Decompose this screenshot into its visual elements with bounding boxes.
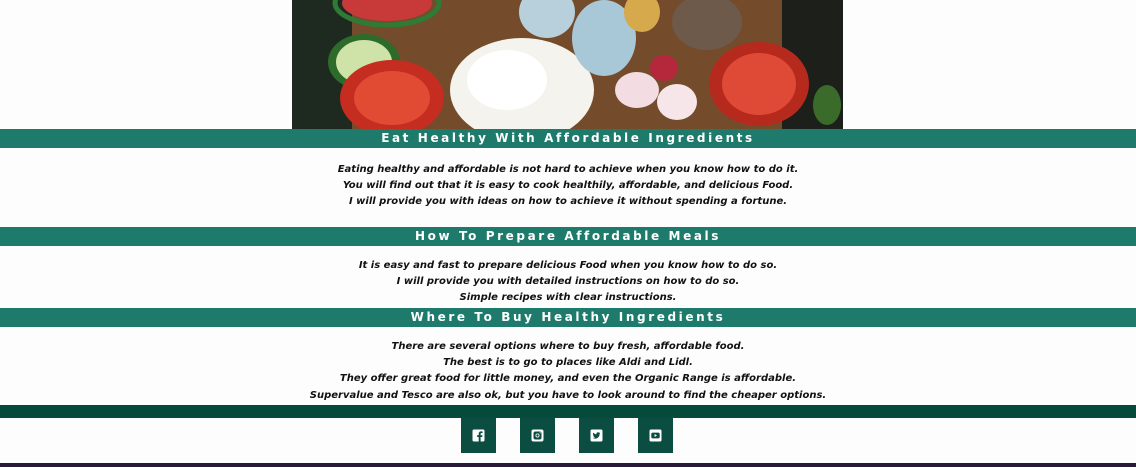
- youtube-icon: [649, 429, 662, 442]
- twitter-icon: [590, 429, 603, 442]
- facebook-link[interactable]: [461, 418, 496, 453]
- paragraph-line: They offer great food for little money, …: [339, 373, 797, 385]
- hero-image: [292, 0, 843, 129]
- section-text-eat-healthy: Eating healthy and affordable is not har…: [0, 162, 1136, 211]
- paragraph-line: The best is to go to places like Aldi an…: [443, 357, 693, 369]
- paragraph-line: Simple recipes with clear instructions.: [459, 292, 677, 304]
- instagram-link[interactable]: [520, 418, 555, 453]
- twitter-link[interactable]: [579, 418, 614, 453]
- section-title-where-to-buy: Where To Buy Healthy Ingredients: [0, 308, 1136, 327]
- paragraph-line: It is easy and fast to prepare delicious…: [358, 260, 778, 271]
- paragraph-line: There are several options where to buy f…: [391, 341, 745, 352]
- paragraph-line: You will find out that it is easy to coo…: [342, 180, 794, 192]
- page-bottom-edge: [0, 463, 1136, 467]
- youtube-link[interactable]: [638, 418, 673, 453]
- paragraph-line: I will provide you with detailed instruc…: [396, 276, 740, 288]
- facebook-icon: [472, 429, 485, 442]
- paragraph-line: I will provide you with ideas on how to …: [348, 196, 788, 208]
- paragraph-line: Supervalue and Tesco are also ok, but yo…: [309, 389, 827, 401]
- paragraph-line: Eating healthy and affordable is not har…: [337, 164, 799, 175]
- section-title-eat-healthy: Eat Healthy With Affordable Ingredients: [0, 129, 1136, 148]
- section-text-prepare-meals: It is easy and fast to prepare delicious…: [0, 258, 1136, 307]
- instagram-icon: [531, 429, 544, 442]
- section-title-prepare-meals: How To Prepare Affordable Meals: [0, 227, 1136, 246]
- footer-bar: [0, 405, 1136, 418]
- section-text-where-to-buy: There are several options where to buy f…: [0, 339, 1136, 404]
